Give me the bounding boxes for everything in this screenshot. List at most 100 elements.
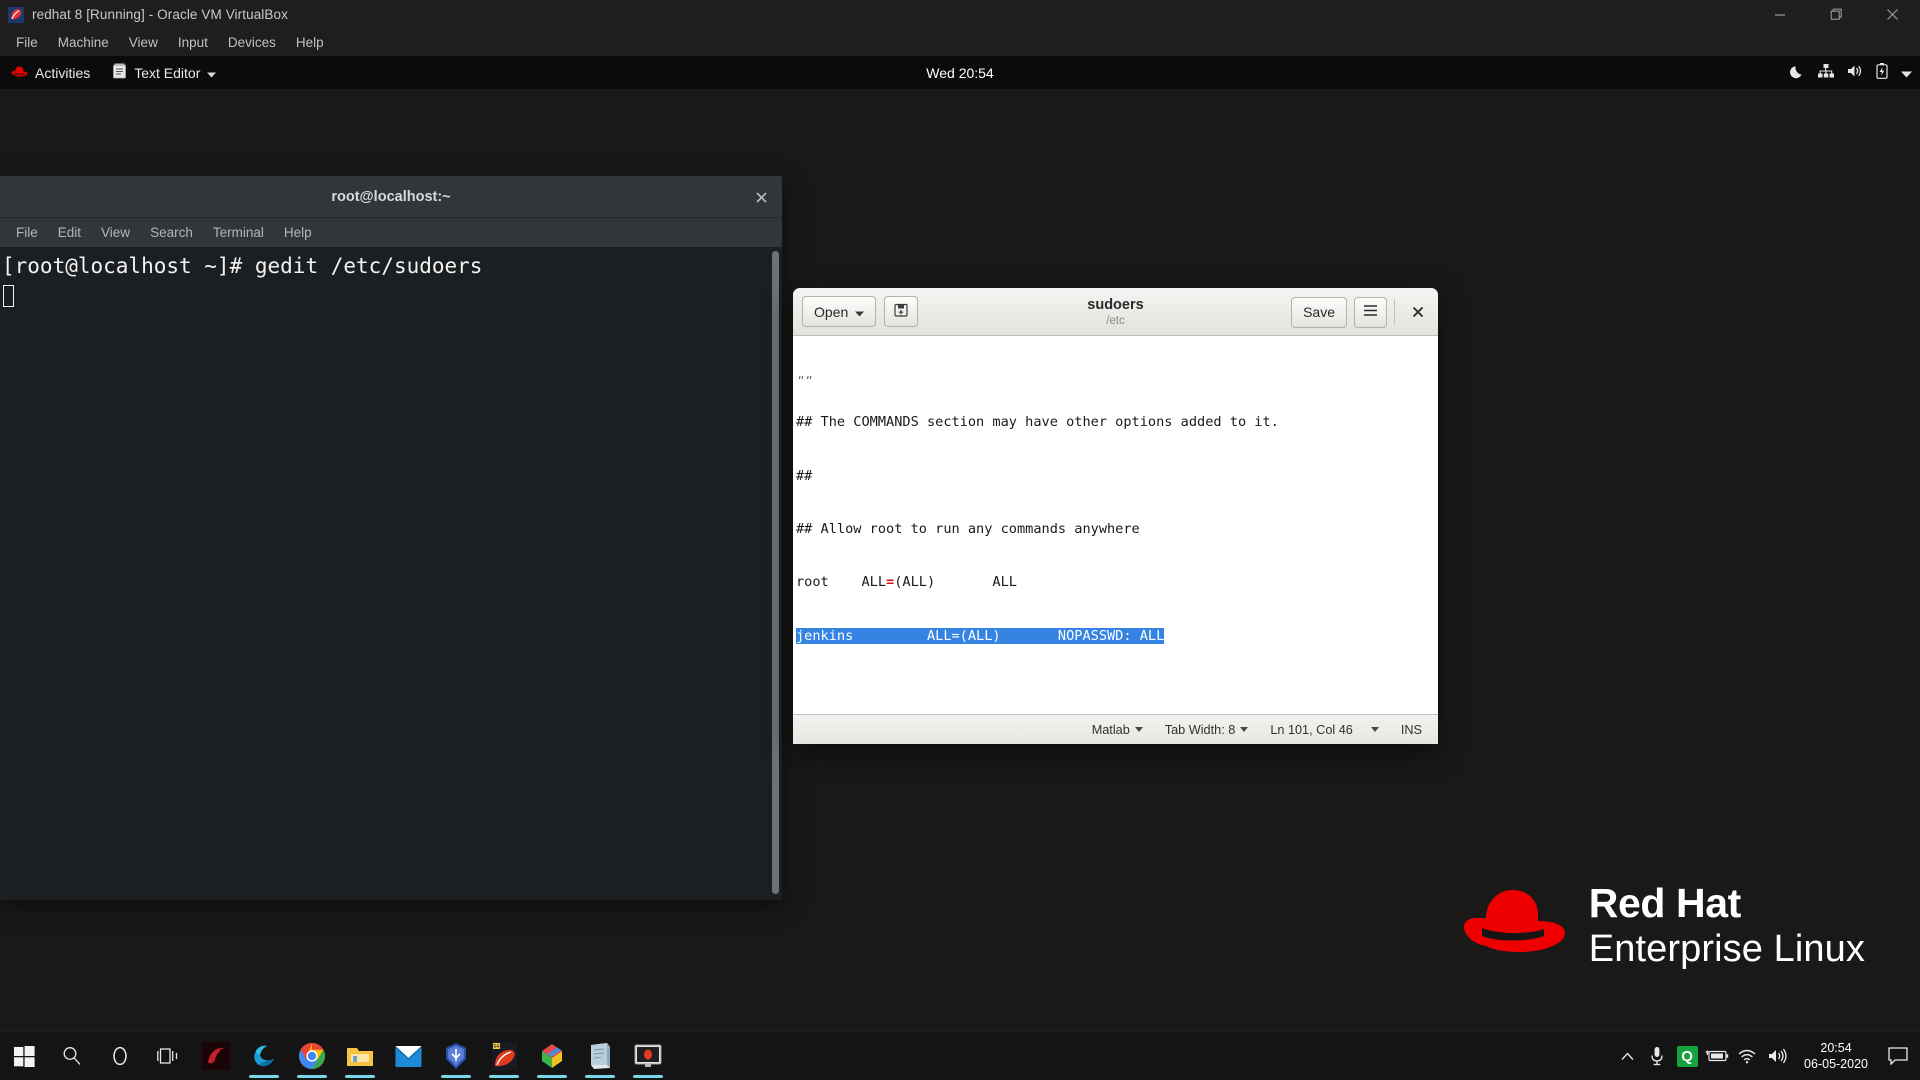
menu-help[interactable]: Help (286, 32, 334, 53)
active-indicator (489, 1075, 519, 1078)
active-indicator (297, 1075, 327, 1078)
terminal-menu-terminal[interactable]: Terminal (204, 223, 273, 242)
terminal-menu-help[interactable]: Help (275, 223, 321, 242)
language-label: Matlab (1091, 722, 1130, 737)
terminal-window: root@localhost:~ File Edit View Search T… (0, 176, 782, 900)
save-button[interactable]: Save (1291, 296, 1347, 328)
terminal-output[interactable]: [root@localhost ~]# gedit /etc/sudoers (0, 247, 782, 900)
gnome-clock: Wed 20:54 (0, 56, 1920, 89)
taskbar-app-virtualbox-screen[interactable] (624, 1032, 672, 1080)
doc-line-blank (796, 681, 1438, 699)
taskbar-clock[interactable]: 20:54 06-05-2020 (1792, 1032, 1880, 1080)
rhel-brand-line1: Red Hat (1588, 880, 1742, 926)
chevron-down-icon (1901, 65, 1912, 81)
gnome-clock-label[interactable]: Wed 20:54 (926, 65, 993, 81)
quick-badge-label: Q (1676, 1045, 1698, 1067)
volume-icon[interactable] (1762, 1032, 1792, 1080)
quick-assist-badge[interactable]: Q (1672, 1032, 1702, 1080)
cortana-button[interactable] (96, 1032, 144, 1080)
taskbar-app-explorer[interactable] (336, 1032, 384, 1080)
close-icon[interactable] (1864, 0, 1920, 29)
taskbar-app-edge[interactable] (240, 1032, 288, 1080)
menu-devices[interactable]: Devices (218, 32, 286, 53)
terminal-menu-view[interactable]: View (92, 223, 139, 242)
microphone-icon[interactable] (1642, 1032, 1672, 1080)
chevron-down-icon (1134, 727, 1143, 732)
new-document-button[interactable] (884, 296, 919, 327)
redhat-logo-icon (11, 65, 28, 81)
tab-width-selector[interactable]: Tab Width: 8 (1165, 723, 1249, 737)
doc-line-partial: ## (796, 374, 1438, 379)
start-button[interactable] (0, 1032, 48, 1080)
taskbar-app-mail[interactable] (384, 1032, 432, 1080)
menu-machine[interactable]: Machine (48, 32, 119, 53)
taskbar-app-winrar[interactable]: 64 (480, 1032, 528, 1080)
hamburger-menu-button[interactable] (1354, 296, 1387, 328)
gedit-statusbar: Matlab Tab Width: 8 Ln 101, Col 46 INS (793, 714, 1438, 744)
language-selector[interactable]: Matlab (1092, 723, 1143, 737)
taskbar-app-sourcetree[interactable] (528, 1032, 576, 1080)
active-indicator (249, 1075, 279, 1078)
terminal-menu-edit[interactable]: Edit (49, 223, 90, 242)
doc-seg: root ALL (796, 574, 887, 591)
battery-charging-icon (1876, 63, 1888, 82)
rhel-brand-line2: Enterprise Linux (1588, 928, 1865, 970)
wifi-icon[interactable] (1732, 1032, 1762, 1080)
terminal-menu-search[interactable]: Search (141, 223, 202, 242)
menu-view[interactable]: View (119, 32, 168, 53)
close-icon[interactable] (755, 176, 768, 218)
app-menu-button[interactable]: Text Editor (101, 56, 227, 89)
new-document-icon (893, 302, 909, 321)
cursor-position[interactable]: Ln 101, Col 46 (1270, 723, 1379, 737)
terminal-titlebar[interactable]: root@localhost:~ (0, 176, 782, 218)
menu-file[interactable]: File (6, 32, 48, 53)
virtualbox-menubar: File Machine View Input Devices Help (0, 29, 1920, 56)
terminal-scrollbar[interactable] (772, 251, 779, 894)
chevron-down-icon (1240, 727, 1249, 732)
close-icon[interactable] (1405, 297, 1431, 328)
active-indicator (585, 1075, 615, 1078)
insert-mode-label: INS (1400, 722, 1422, 737)
save-button-label: Save (1303, 304, 1335, 320)
gedit-headerbar: Open sudoers /etc Save (793, 288, 1438, 336)
task-view-button[interactable] (144, 1032, 192, 1080)
scrollbar-thumb[interactable] (772, 251, 779, 894)
gedit-document-view[interactable]: ## ## The COMMANDS section may have othe… (793, 336, 1438, 714)
active-indicator (633, 1075, 663, 1078)
text-editor-icon (112, 63, 127, 82)
volume-icon (1847, 64, 1863, 81)
taskbar-date: 06-05-2020 (1804, 1057, 1868, 1071)
gedit-window: Open sudoers /etc Save ## The COMMANDS s… (793, 288, 1438, 744)
restore-icon[interactable] (1808, 0, 1864, 29)
redhat-fedora-hat-icon (1462, 884, 1567, 967)
night-light-icon (1790, 64, 1805, 82)
search-button[interactable] (48, 1032, 96, 1080)
menu-input[interactable]: Input (168, 32, 218, 53)
gnome-status-area[interactable] (1790, 56, 1912, 89)
terminal-menu-file[interactable]: File (7, 223, 47, 242)
doc-line: ## Allow root to run any commands anywhe… (796, 520, 1140, 537)
selected-text: jenkins ALL=(ALL) NOPASSWD: ALL (796, 627, 1165, 644)
battery-charging-icon[interactable] (1702, 1032, 1732, 1080)
minimize-icon[interactable] (1752, 0, 1808, 29)
doc-seg-operator: = (886, 574, 895, 591)
doc-line: ## The COMMANDS section may have other o… (796, 414, 1279, 431)
taskbar-app-kali[interactable] (192, 1032, 240, 1080)
taskbar-app-vscode-insiders[interactable] (432, 1032, 480, 1080)
chevron-up-icon[interactable] (1612, 1032, 1642, 1080)
cursor-position-label: Ln 101, Col 46 (1270, 722, 1353, 737)
terminal-cursor (3, 285, 14, 307)
guest-desktop: Activities Text Editor Wed 20:54 Red Hat… (0, 56, 1920, 1056)
taskbar-app-chrome[interactable] (288, 1032, 336, 1080)
action-center-icon[interactable] (1880, 1032, 1916, 1080)
doc-line-root-rule: root ALL=(ALL) ALL (796, 574, 1438, 592)
insert-mode-indicator: INS (1401, 723, 1422, 737)
gedit-file-name: sudoers (1087, 296, 1144, 313)
gnome-top-bar: Activities Text Editor Wed 20:54 (0, 56, 1920, 89)
tab-width-label: Tab Width: 8 (1164, 722, 1236, 737)
activities-button[interactable]: Activities (0, 56, 101, 89)
taskbar-app-notepad[interactable] (576, 1032, 624, 1080)
taskbar-time: 20:54 (1820, 1041, 1852, 1055)
open-button[interactable]: Open (802, 296, 877, 327)
rhel-wallpaper-branding: Red Hat Enterprise Linux (1462, 883, 1865, 968)
